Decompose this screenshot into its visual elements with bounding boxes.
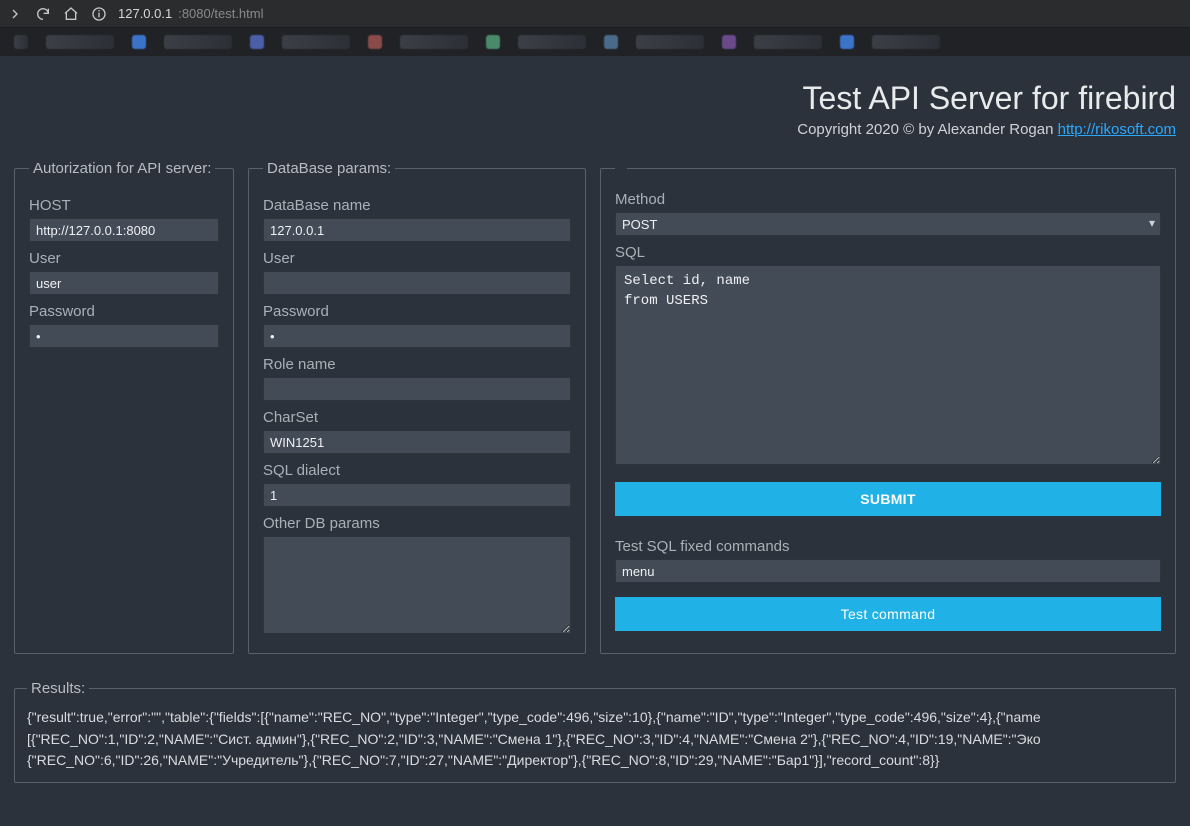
- host-label: HOST: [29, 197, 219, 214]
- home-icon[interactable]: [62, 5, 80, 23]
- db-role-label: Role name: [263, 356, 571, 373]
- bookmark-item[interactable]: [754, 35, 822, 49]
- auth-fieldset: Autorization for API server: HOST User P…: [14, 160, 234, 654]
- copyright-line: Copyright 2020 © by Alexander Rogan http…: [14, 121, 1176, 138]
- test-command-button[interactable]: Test command: [615, 597, 1161, 631]
- db-other-textarea[interactable]: [263, 536, 571, 634]
- auth-legend: Autorization for API server:: [29, 160, 215, 177]
- bookmark-item[interactable]: [400, 35, 468, 49]
- sql-label: SQL: [615, 244, 1161, 261]
- results-body: {"result":true,"error":"","table":{"fiel…: [27, 707, 1163, 772]
- db-dialect-input[interactable]: [263, 483, 571, 507]
- bookmark-item[interactable]: [518, 35, 586, 49]
- copyright-text: Copyright 2020 © by Alexander Rogan: [797, 121, 1057, 138]
- bookmark-item[interactable]: [636, 35, 704, 49]
- auth-user-input[interactable]: [29, 271, 219, 295]
- bookmark-item[interactable]: [486, 35, 500, 49]
- results-section: Results: {"result":true,"error":"","tabl…: [14, 680, 1176, 783]
- db-user-input[interactable]: [263, 271, 571, 295]
- db-role-input[interactable]: [263, 377, 571, 401]
- bookmark-item[interactable]: [250, 35, 264, 49]
- fixed-commands-label: Test SQL fixed commands: [615, 538, 1161, 555]
- browser-toolbar: 127.0.0.1 :8080/test.html: [0, 0, 1190, 28]
- host-input[interactable]: [29, 218, 219, 242]
- bookmark-item[interactable]: [840, 35, 854, 49]
- bookmark-item[interactable]: [604, 35, 618, 49]
- bookmark-item[interactable]: [722, 35, 736, 49]
- bookmarks-bar: [0, 28, 1190, 56]
- bookmark-item[interactable]: [872, 35, 940, 49]
- db-user-label: User: [263, 250, 571, 267]
- method-label: Method: [615, 191, 1161, 208]
- author-link[interactable]: http://rikosoft.com: [1058, 121, 1176, 138]
- db-dialect-label: SQL dialect: [263, 462, 571, 479]
- auth-password-label: Password: [29, 303, 219, 320]
- db-password-input[interactable]: [263, 324, 571, 348]
- sql-textarea[interactable]: [615, 265, 1161, 465]
- db-name-label: DataBase name: [263, 197, 571, 214]
- bookmark-item[interactable]: [164, 35, 232, 49]
- auth-user-label: User: [29, 250, 219, 267]
- fixed-commands-input[interactable]: [615, 559, 1161, 583]
- auth-password-input[interactable]: [29, 324, 219, 348]
- url-path: :8080/test.html: [178, 6, 263, 21]
- submit-button[interactable]: SUBMIT: [615, 482, 1161, 516]
- bookmark-item[interactable]: [368, 35, 382, 49]
- db-charset-label: CharSet: [263, 409, 571, 426]
- address-bar[interactable]: 127.0.0.1 :8080/test.html: [118, 6, 1184, 21]
- db-name-input[interactable]: [263, 218, 571, 242]
- db-other-label: Other DB params: [263, 515, 571, 532]
- db-legend: DataBase params:: [263, 160, 395, 177]
- url-host: 127.0.0.1: [118, 6, 172, 21]
- db-charset-input[interactable]: [263, 430, 571, 454]
- bookmark-item[interactable]: [46, 35, 114, 49]
- bookmark-item[interactable]: [132, 35, 146, 49]
- method-select[interactable]: POST: [615, 212, 1161, 236]
- bookmark-item[interactable]: [14, 35, 28, 49]
- reload-icon[interactable]: [34, 5, 52, 23]
- site-info-icon[interactable]: [90, 5, 108, 23]
- request-fieldset: . Method POST SQL SUBMIT Test SQL fixed …: [600, 160, 1176, 654]
- bookmark-item[interactable]: [282, 35, 350, 49]
- forward-icon[interactable]: [6, 5, 24, 23]
- page-title: Test API Server for firebird: [14, 80, 1176, 117]
- db-fieldset: DataBase params: DataBase name User Pass…: [248, 160, 586, 654]
- results-legend: Results:: [27, 680, 89, 697]
- db-password-label: Password: [263, 303, 571, 320]
